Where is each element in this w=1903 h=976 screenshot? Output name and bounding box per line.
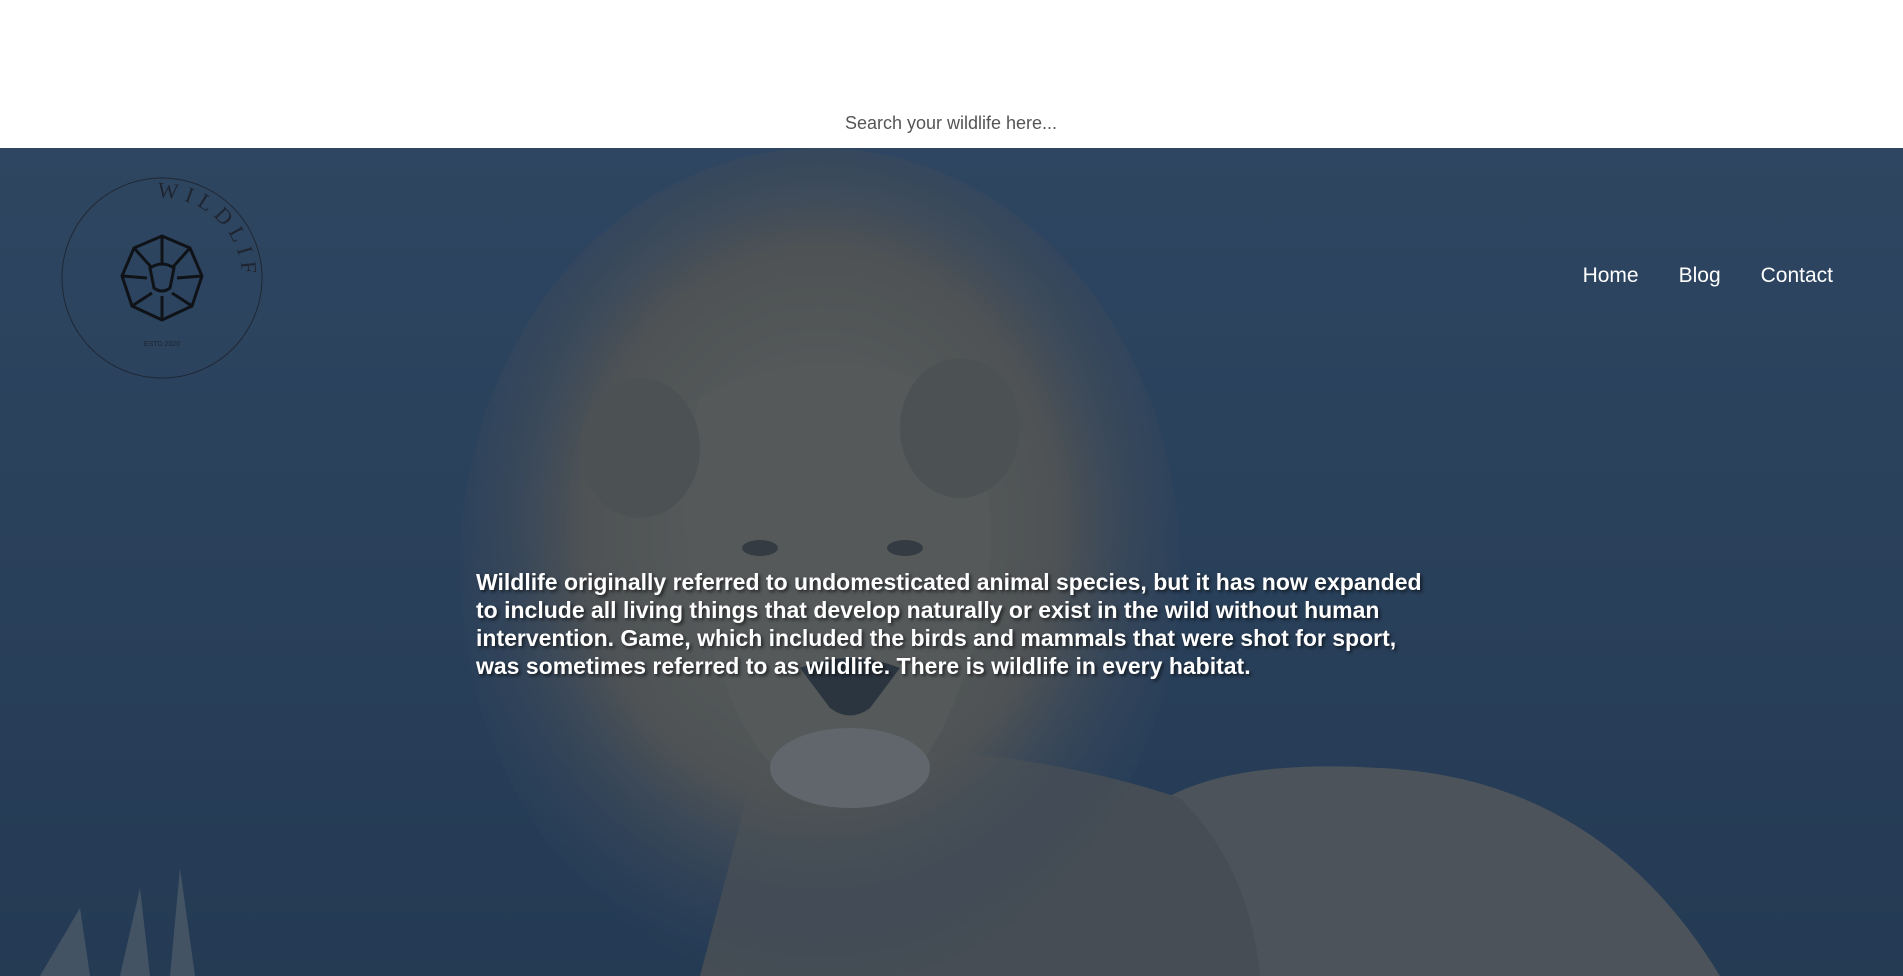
lion-head-icon xyxy=(120,234,204,322)
logo-subtext: ESTD 2020 xyxy=(144,341,180,348)
nav-contact[interactable]: Contact xyxy=(1761,264,1833,288)
main-nav: Home Blog Contact xyxy=(1583,264,1833,288)
nav-home[interactable]: Home xyxy=(1583,264,1639,288)
wildlife-logo[interactable]: WILDLIFE ESTD 2020 xyxy=(52,168,272,388)
top-bar xyxy=(0,0,1903,148)
hero-description: Wildlife originally referred to undomest… xyxy=(476,569,1422,679)
search-input[interactable] xyxy=(806,110,1096,136)
nav-blog[interactable]: Blog xyxy=(1679,264,1721,288)
hero-section: WILDLIFE ESTD 2020 Home Blog Contact Wil… xyxy=(0,148,1903,976)
